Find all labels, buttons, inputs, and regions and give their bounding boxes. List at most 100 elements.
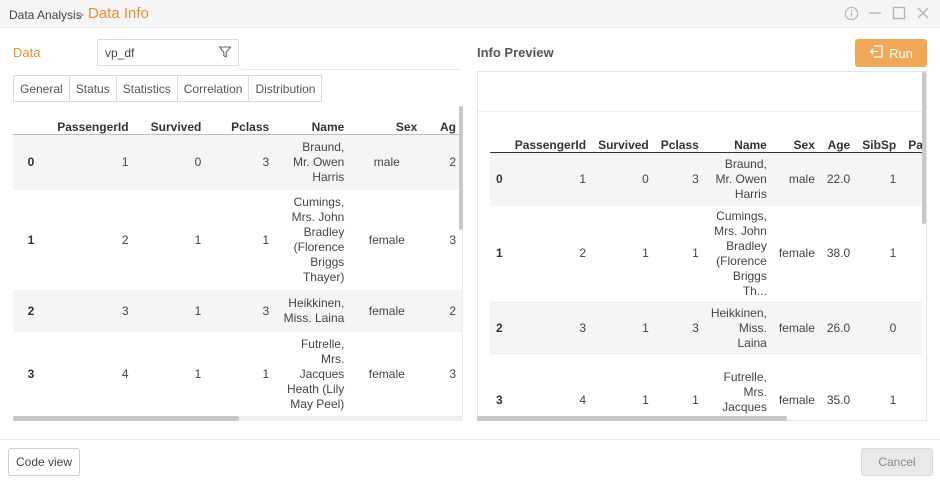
age-cell: 3 xyxy=(449,367,456,381)
info-preview-title: Info Preview xyxy=(477,45,554,60)
survived-cell: 1 xyxy=(194,232,202,247)
name-line: Laina xyxy=(737,335,767,350)
parch-cell: 0 xyxy=(902,355,922,419)
column-header xyxy=(490,127,509,153)
passenger-id-cell: 1 xyxy=(579,171,587,186)
name-line: Thayer) xyxy=(302,270,345,284)
column-header[interactable]: Pclass xyxy=(207,106,276,135)
name-line: Miss. xyxy=(738,320,767,335)
parch-cell: 0 xyxy=(902,152,922,206)
close-icon[interactable] xyxy=(915,5,931,21)
column-header: Survived xyxy=(592,127,655,153)
sex-cell: female xyxy=(778,246,815,260)
name-cell: Heikkinen, Miss. Laina xyxy=(705,301,773,355)
age-cell: 3 xyxy=(449,232,456,247)
data-select-value: vp_df xyxy=(105,46,135,60)
code-view-button[interactable]: Code view xyxy=(8,448,80,476)
name-cell: Braund, Mr. Owen Harris xyxy=(705,152,773,206)
table-header-row: PassengerId Survived Pclass Name Sex Ag xyxy=(13,106,462,135)
survived-cell: 0 xyxy=(642,171,649,186)
pclass-cell: 1 xyxy=(692,392,699,407)
table-row[interactable]: 0 1 0 3 Braund, Mr. Owen Harris male 2 xyxy=(13,134,462,190)
survived-cell: 1 xyxy=(194,367,202,381)
pclass-cell: 3 xyxy=(262,303,270,318)
preview-table-wrap[interactable]: PassengerId Survived Pclass Name Sex Age… xyxy=(490,127,922,419)
minimize-icon[interactable] xyxy=(867,5,883,21)
name-line: Braund, xyxy=(302,139,345,154)
footer-divider xyxy=(0,439,940,440)
survived-cell: 1 xyxy=(194,303,202,318)
column-header: SibSp xyxy=(856,127,903,153)
passenger-id-cell: 2 xyxy=(579,246,587,260)
table-row[interactable]: 2 3 1 3 Heikkinen, Miss. Laina female 2 xyxy=(13,290,462,332)
scrollbar-thumb[interactable] xyxy=(13,416,239,421)
survived-cell: 1 xyxy=(642,246,649,260)
name-line: Jacques xyxy=(299,367,345,381)
data-select[interactable]: vp_df xyxy=(97,39,239,66)
row-index: 3 xyxy=(27,367,35,381)
filter-icon[interactable] xyxy=(218,45,232,59)
tab-statistics[interactable]: Statistics xyxy=(115,75,177,102)
name-line: (Florence xyxy=(293,240,345,254)
passenger-id-cell: 4 xyxy=(579,392,587,407)
parch-cell: 0 xyxy=(902,206,922,301)
name-cell: Futrelle, Mrs. Jacques Heath (Lily May Peel) xyxy=(275,332,350,417)
run-button-label: Run xyxy=(889,45,913,61)
survived-cell: 1 xyxy=(642,392,649,407)
sibsp-cell: 0 xyxy=(889,320,897,335)
table-header-row: PassengerId Survived Pclass Name Sex Age… xyxy=(490,127,922,153)
column-header[interactable]: Survived xyxy=(134,106,208,135)
tab-bar: General Status Statistics Correlation Di… xyxy=(13,75,323,102)
sibsp-cell: 1 xyxy=(889,246,897,260)
name-cell: Cumings, Mrs. John Bradley (Florence Briggs T… xyxy=(705,206,773,301)
row-index: 0 xyxy=(496,171,503,186)
row-index: 2 xyxy=(496,320,503,335)
column-header[interactable]: PassengerId xyxy=(48,106,135,135)
pclass-cell: 3 xyxy=(692,320,699,335)
vertical-scrollbar[interactable] xyxy=(459,106,463,230)
scrollbar-thumb[interactable] xyxy=(477,416,787,421)
passenger-id-cell: 2 xyxy=(121,232,129,247)
column-header[interactable]: Ag xyxy=(423,106,462,135)
column-header: Parch xyxy=(902,127,922,153)
passenger-id-cell: 4 xyxy=(121,367,129,381)
left-data-table[interactable]: PassengerId Survived Pclass Name Sex Ag … xyxy=(13,106,463,421)
table-row[interactable]: 1 2 1 1 Cumings, Mrs. John Bradley (Florence Bri… xyxy=(13,190,462,290)
column-header[interactable] xyxy=(13,106,49,135)
column-header[interactable]: Name xyxy=(275,106,351,135)
vertical-scrollbar[interactable] xyxy=(922,72,926,224)
tab-general[interactable]: General xyxy=(13,75,69,102)
parch-cell: 0 xyxy=(902,301,922,355)
sex-cell: female xyxy=(368,367,405,381)
age-cell: 2 xyxy=(449,154,456,169)
name-line: Briggs xyxy=(732,268,767,283)
window-controls xyxy=(843,5,931,21)
tab-status[interactable]: Status xyxy=(68,75,116,102)
table-row: 0103Braund,Mr. OwenHarrismale22.010 xyxy=(490,152,922,206)
tab-distribution[interactable]: Distribution xyxy=(248,75,323,102)
maximize-icon[interactable] xyxy=(891,5,907,21)
breadcrumb[interactable]: Data Analysis xyxy=(9,8,82,22)
tab-correlation[interactable]: Correlation xyxy=(176,75,249,102)
horizontal-scrollbar[interactable] xyxy=(477,416,927,421)
horizontal-scrollbar[interactable] xyxy=(13,416,463,421)
column-header[interactable]: Sex xyxy=(350,106,424,135)
passenger-id-cell: 1 xyxy=(121,154,129,169)
sex-cell: male xyxy=(788,171,815,186)
row-index: 1 xyxy=(27,232,35,247)
sibsp-cell: 1 xyxy=(889,171,897,186)
row-index: 3 xyxy=(496,392,503,407)
age-cell: 26.0 xyxy=(826,320,851,335)
pclass-cell: 1 xyxy=(262,232,270,247)
name-line: Cumings, xyxy=(716,208,767,223)
pclass-cell: 1 xyxy=(262,367,270,381)
table-row[interactable]: 3 4 1 1 Futrelle, Mrs. Jacques Heath (Lily May P… xyxy=(13,332,462,417)
info-icon[interactable] xyxy=(843,5,859,21)
name-line: Mrs. John xyxy=(291,210,345,224)
cancel-button[interactable]: Cancel xyxy=(861,448,933,476)
info-preview-panel: PassengerId Survived Pclass Name Sex Age… xyxy=(477,71,927,421)
run-button[interactable]: Run xyxy=(855,39,927,67)
sex-cell: male xyxy=(373,154,400,169)
age-cell: 35.0 xyxy=(826,392,851,407)
name-line: Briggs xyxy=(310,255,345,269)
